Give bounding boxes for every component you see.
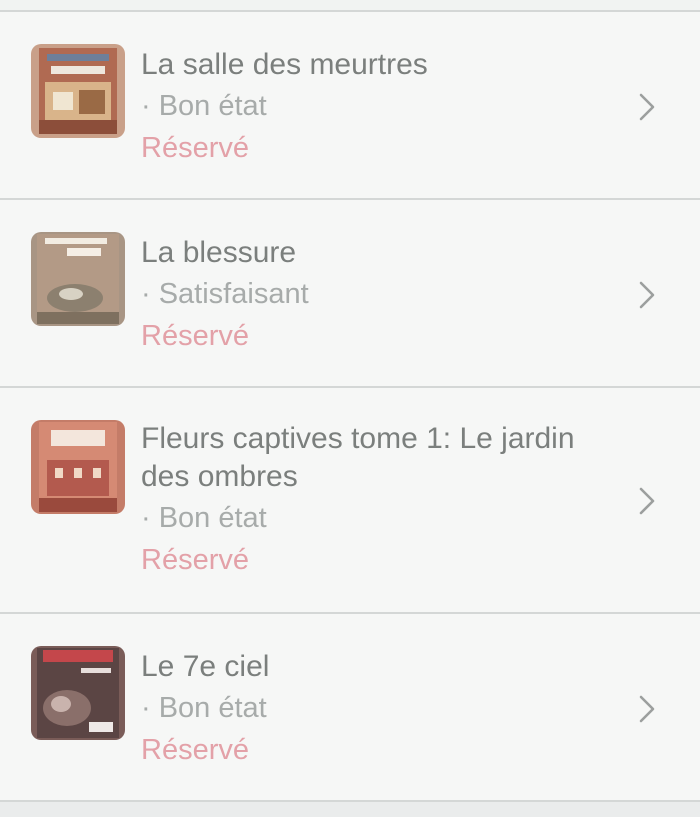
chevron-right-icon[interactable] xyxy=(636,484,658,518)
reservation-status: Réservé xyxy=(141,544,249,576)
book-title: Le 7e ciel xyxy=(141,650,270,683)
book-cover-thumbnail xyxy=(31,44,125,138)
chevron-right-icon[interactable] xyxy=(636,90,658,124)
bottom-divider xyxy=(0,800,700,817)
chevron-right-icon[interactable] xyxy=(636,692,658,726)
reservation-status: Réservé xyxy=(141,320,249,352)
book-cover-image xyxy=(31,420,125,514)
list-item[interactable]: La blessure · Satisfaisant Réservé xyxy=(0,198,700,386)
book-cover-thumbnail xyxy=(31,232,125,326)
book-cover-image xyxy=(31,232,125,326)
book-title: Fleurs captives tome 1: Le jardin des om… xyxy=(141,422,575,493)
book-condition: · Bon état xyxy=(141,502,267,534)
list-item[interactable]: Le 7e ciel · Bon état Réservé xyxy=(0,612,700,800)
book-cover-image xyxy=(31,44,125,138)
list-item[interactable]: La salle des meurtres · Bon état Réservé xyxy=(0,10,700,198)
book-cover-thumbnail xyxy=(31,420,125,514)
book-cover-thumbnail xyxy=(31,646,125,740)
list-item[interactable]: Fleurs captives tome 1: Le jardin des om… xyxy=(0,386,700,612)
book-cover-image xyxy=(31,646,125,740)
book-title: La salle des meurtres xyxy=(141,48,428,81)
book-condition: · Satisfaisant xyxy=(141,278,309,310)
book-condition: · Bon état xyxy=(141,692,267,724)
book-title: La blessure xyxy=(141,236,297,269)
book-condition: · Bon état xyxy=(141,90,267,122)
chevron-right-icon[interactable] xyxy=(636,278,658,312)
book-list: La salle des meurtres · Bon état Réservé… xyxy=(0,0,700,817)
reservation-status: Réservé xyxy=(141,132,249,164)
reservation-status: Réservé xyxy=(141,734,249,766)
top-divider xyxy=(0,0,700,10)
